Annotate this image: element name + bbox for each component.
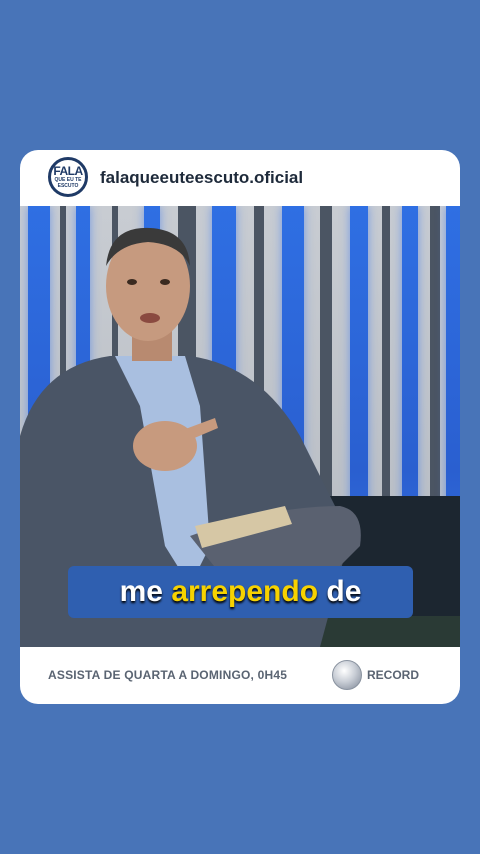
video-frame[interactable]: me arrependo de — [20, 206, 460, 647]
subtitle-part-1: me — [119, 575, 172, 608]
channel-logo[interactable]: FALA QUE EU TE ESCUTO — [48, 157, 88, 197]
post-card: FALA QUE EU TE ESCUTO falaqueeuteescuto.… — [20, 150, 460, 704]
account-handle[interactable]: falaqueeuteescuto.oficial — [100, 168, 303, 188]
record-brand-label: RECORD — [367, 668, 420, 682]
logo-line-1: FALA — [53, 164, 83, 178]
subtitle-part-2: de — [318, 575, 362, 608]
subtitle-highlight: arrependo — [171, 575, 319, 608]
record-logo-icon — [332, 660, 362, 690]
post-header: FALA QUE EU TE ESCUTO falaqueeuteescuto.… — [20, 150, 460, 206]
schedule-text: ASSISTA DE QUARTA A DOMINGO, 0H45 — [48, 668, 288, 682]
logo-line-3: ESCUTO — [57, 183, 79, 189]
subtitle-text: me arrependo de — [120, 575, 362, 609]
post-footer: ASSISTA DE QUARTA A DOMINGO, 0H45 RECORD — [20, 647, 460, 704]
subtitle-box: me arrependo de — [68, 566, 413, 618]
